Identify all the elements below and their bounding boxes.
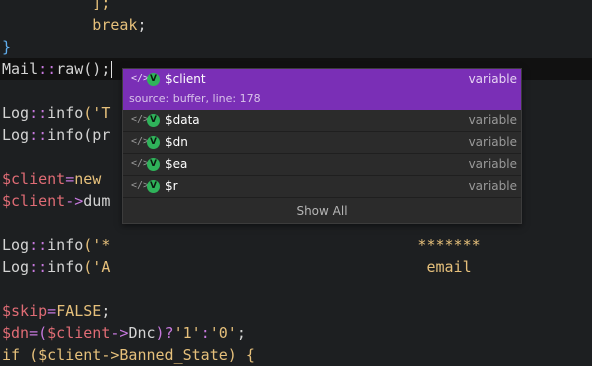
code-token: Mail bbox=[2, 60, 39, 78]
suggestion-type: variable bbox=[468, 157, 517, 171]
suggestion-ea[interactable]: </> V $ea variable bbox=[123, 154, 521, 176]
code-token: break bbox=[2, 16, 138, 34]
suggestion-type: variable bbox=[468, 113, 517, 127]
suggestion-data[interactable]: </> V $data variable bbox=[123, 110, 521, 132]
suggestion-name: $ea bbox=[165, 157, 188, 171]
code-token: (pr bbox=[83, 126, 111, 144]
suggestion-name: $r bbox=[165, 179, 178, 193]
code-token: if ($client->Banned_State) { bbox=[2, 346, 255, 364]
code-token: -> bbox=[110, 324, 129, 342]
suggestion-type: variable bbox=[468, 72, 517, 86]
suggestion-r[interactable]: </> V $r variable bbox=[123, 176, 521, 198]
code-token: ******* bbox=[110, 236, 481, 254]
code-line[interactable]: $client=new bbox=[2, 168, 101, 190]
code-line[interactable]: } bbox=[2, 36, 11, 58]
code-token: Log bbox=[2, 258, 30, 276]
code-token: raw bbox=[56, 60, 84, 78]
suggestion-name: $client bbox=[165, 72, 206, 86]
code-token: } bbox=[2, 38, 12, 56]
code-token: info bbox=[47, 104, 84, 122]
code-token: Dnc bbox=[128, 324, 156, 342]
code-token: $client bbox=[47, 324, 111, 342]
code-token: -> bbox=[65, 192, 84, 210]
variable-badge-icon: V bbox=[147, 180, 160, 193]
code-token: Log bbox=[2, 104, 30, 122]
suggestion-type: variable bbox=[468, 179, 517, 193]
code-token: info bbox=[47, 236, 84, 254]
suggestion-client[interactable]: </> V $client variable source: buffer, l… bbox=[123, 69, 521, 110]
code-token: Log bbox=[2, 236, 30, 254]
code-line[interactable]: $skip=FALSE; bbox=[2, 300, 110, 322]
code-token: ('T bbox=[83, 104, 111, 122]
code-token: $dn bbox=[2, 324, 30, 342]
code-token: new bbox=[74, 170, 102, 188]
code-line[interactable]: $dn=($client->Dnc)?'1':'0'; bbox=[2, 322, 246, 344]
variable-badge-icon: V bbox=[147, 114, 160, 127]
code-line[interactable]: Log::info(pr bbox=[2, 124, 110, 146]
code-token: ('* bbox=[83, 236, 111, 254]
code-line[interactable]: $client->dum bbox=[2, 190, 110, 212]
code-token: email bbox=[110, 258, 472, 276]
code-token: info bbox=[47, 258, 84, 276]
code-token: :: bbox=[29, 126, 48, 144]
code-token: ; bbox=[236, 324, 246, 342]
text-cursor bbox=[111, 61, 113, 78]
variable-badge-icon: V bbox=[147, 158, 160, 171]
code-line[interactable]: Log::info('A email bbox=[2, 256, 472, 278]
code-token: info bbox=[47, 126, 84, 144]
variable-badge-icon: V bbox=[147, 136, 160, 149]
code-token: ('A bbox=[83, 258, 111, 276]
code-token: ]; bbox=[2, 0, 111, 12]
code-token: : bbox=[200, 324, 210, 342]
code-token: $skip bbox=[2, 302, 48, 320]
code-token: $client bbox=[2, 192, 66, 210]
code-token: '0' bbox=[209, 324, 237, 342]
code-token: Log bbox=[2, 126, 30, 144]
autocomplete-popup: </> V $client variable source: buffer, l… bbox=[122, 68, 522, 224]
code-line[interactable]: if ($client->Banned_State) { bbox=[2, 344, 255, 366]
code-token: :: bbox=[29, 104, 48, 122]
code-token: =( bbox=[29, 324, 48, 342]
code-line[interactable]: Log::info('T bbox=[2, 102, 110, 124]
show-all-button[interactable]: Show All bbox=[123, 199, 521, 223]
variable-badge-icon: V bbox=[147, 73, 160, 86]
code-token: :: bbox=[38, 60, 57, 78]
code-token: :: bbox=[29, 236, 48, 254]
code-token: )? bbox=[155, 324, 174, 342]
code-token: FALSE bbox=[56, 302, 102, 320]
code-token: $client bbox=[2, 170, 66, 188]
suggestion-detail: source: buffer, line: 178 bbox=[129, 92, 261, 105]
suggestion-type: variable bbox=[468, 135, 517, 149]
code-token: = bbox=[65, 170, 75, 188]
code-token: ; bbox=[101, 302, 111, 320]
code-line[interactable]: break; bbox=[2, 14, 147, 36]
code-token: ; bbox=[137, 16, 147, 34]
code-line[interactable]: Log::info('* ******* bbox=[2, 234, 481, 256]
suggestion-name: $data bbox=[165, 113, 200, 127]
code-token: = bbox=[47, 302, 57, 320]
code-line[interactable]: ]; bbox=[2, 0, 110, 14]
code-token: '1' bbox=[173, 324, 201, 342]
code-token: dum bbox=[83, 192, 111, 210]
code-token: (); bbox=[83, 60, 111, 78]
code-token: :: bbox=[29, 258, 48, 276]
suggestion-name: $dn bbox=[165, 135, 188, 149]
suggestion-dn[interactable]: </> V $dn variable bbox=[123, 132, 521, 154]
